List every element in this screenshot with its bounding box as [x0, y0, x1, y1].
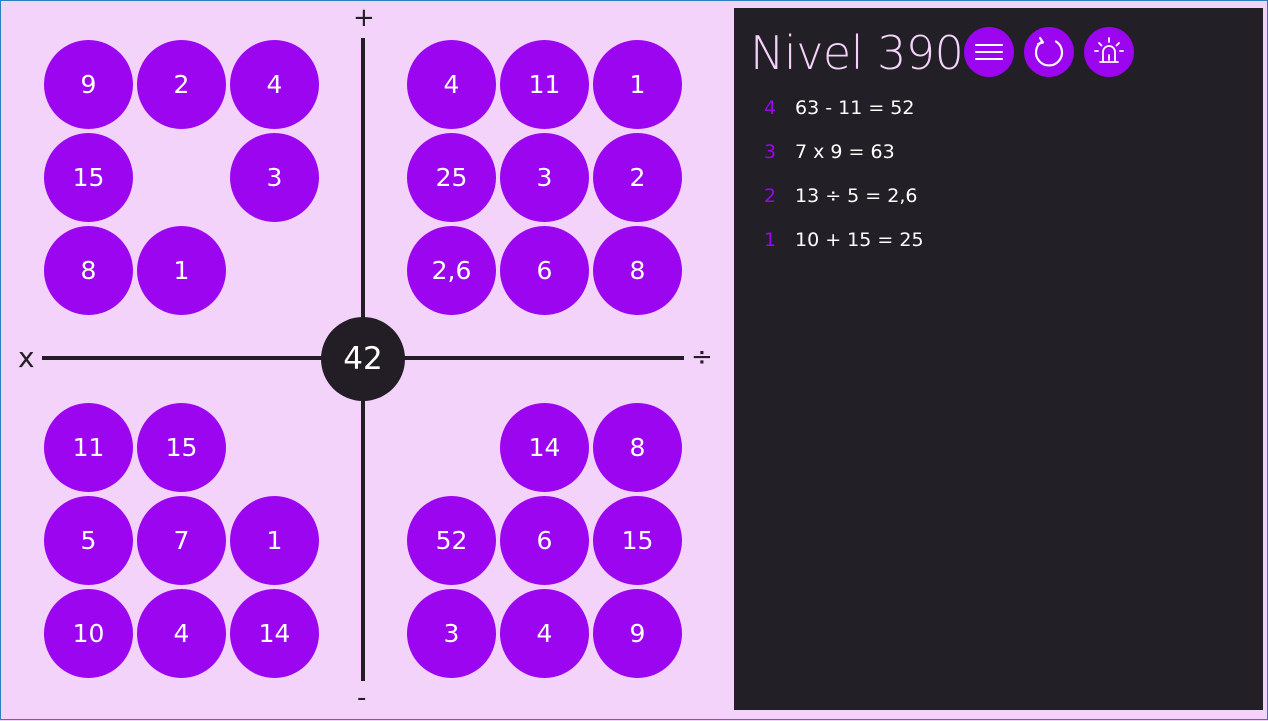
- number-circle[interactable]: 4: [230, 40, 319, 129]
- refresh-icon: [1034, 36, 1064, 67]
- number-circle[interactable]: 15: [593, 496, 682, 585]
- minus-symbol: -: [357, 683, 367, 713]
- number-circle[interactable]: 3: [500, 133, 589, 222]
- history-entry: 3 7 x 9 = 63: [764, 141, 895, 163]
- number-circle[interactable]: 4: [407, 40, 496, 129]
- number-circle[interactable]: 14: [500, 403, 589, 492]
- game-board: + - x ÷ 42 9 2 4 15 3 8 1 4 11 1 25 3 2 2,6 6 8 11 15 5 7 1 1…: [1, 1, 731, 721]
- target-number: 42: [321, 317, 405, 401]
- menu-icon: [975, 44, 1003, 60]
- number-circle[interactable]: 3: [407, 589, 496, 678]
- history-step: 3: [764, 141, 777, 163]
- history-expression: 63 - 11 = 52: [795, 97, 915, 119]
- number-circle[interactable]: 6: [500, 226, 589, 315]
- number-circle[interactable]: 3: [230, 133, 319, 222]
- number-circle[interactable]: 8: [593, 226, 682, 315]
- history-expression: 10 + 15 = 25: [795, 229, 924, 251]
- history-entry: 2 13 ÷ 5 = 2,6: [764, 185, 917, 207]
- number-circle[interactable]: 15: [44, 133, 133, 222]
- history-step: 1: [764, 229, 777, 251]
- history-entry: 4 63 - 11 = 52: [764, 97, 914, 119]
- number-circle[interactable]: 10: [44, 589, 133, 678]
- level-title: Nivel 390: [750, 26, 964, 80]
- history-expression: 13 ÷ 5 = 2,6: [795, 185, 918, 207]
- number-circle[interactable]: 52: [407, 496, 496, 585]
- history-entry: 1 10 + 15 = 25: [764, 229, 924, 251]
- hint-button[interactable]: [1084, 27, 1134, 77]
- restart-button[interactable]: [1024, 27, 1074, 77]
- number-circle[interactable]: 11: [44, 403, 133, 492]
- number-circle[interactable]: 2: [137, 40, 226, 129]
- number-circle[interactable]: 2,6: [407, 226, 496, 315]
- menu-button[interactable]: [964, 27, 1014, 77]
- alarm-light-icon: [1094, 37, 1124, 63]
- number-circle[interactable]: 4: [137, 589, 226, 678]
- number-circle[interactable]: 15: [137, 403, 226, 492]
- history-step: 2: [764, 185, 777, 207]
- history-step: 4: [764, 97, 777, 119]
- number-circle[interactable]: 6: [500, 496, 589, 585]
- multiply-symbol: x: [18, 341, 35, 374]
- number-circle[interactable]: 8: [593, 403, 682, 492]
- number-circle[interactable]: 2: [593, 133, 682, 222]
- number-circle[interactable]: 9: [44, 40, 133, 129]
- number-circle[interactable]: 25: [407, 133, 496, 222]
- number-circle[interactable]: 14: [230, 589, 319, 678]
- history-expression: 7 x 9 = 63: [795, 141, 895, 163]
- number-circle[interactable]: 1: [230, 496, 319, 585]
- number-circle[interactable]: 9: [593, 589, 682, 678]
- number-circle[interactable]: 5: [44, 496, 133, 585]
- number-circle[interactable]: 1: [137, 226, 226, 315]
- number-circle[interactable]: 7: [137, 496, 226, 585]
- number-circle[interactable]: 4: [500, 589, 589, 678]
- number-circle[interactable]: 8: [44, 226, 133, 315]
- plus-symbol: +: [353, 3, 375, 33]
- divide-symbol: ÷: [691, 342, 713, 372]
- number-circle[interactable]: 1: [593, 40, 682, 129]
- number-circle[interactable]: 11: [500, 40, 589, 129]
- side-panel: Nivel 390 4 63 - 11 = 52 3 7 x 9 = 63 2 …: [734, 8, 1263, 710]
